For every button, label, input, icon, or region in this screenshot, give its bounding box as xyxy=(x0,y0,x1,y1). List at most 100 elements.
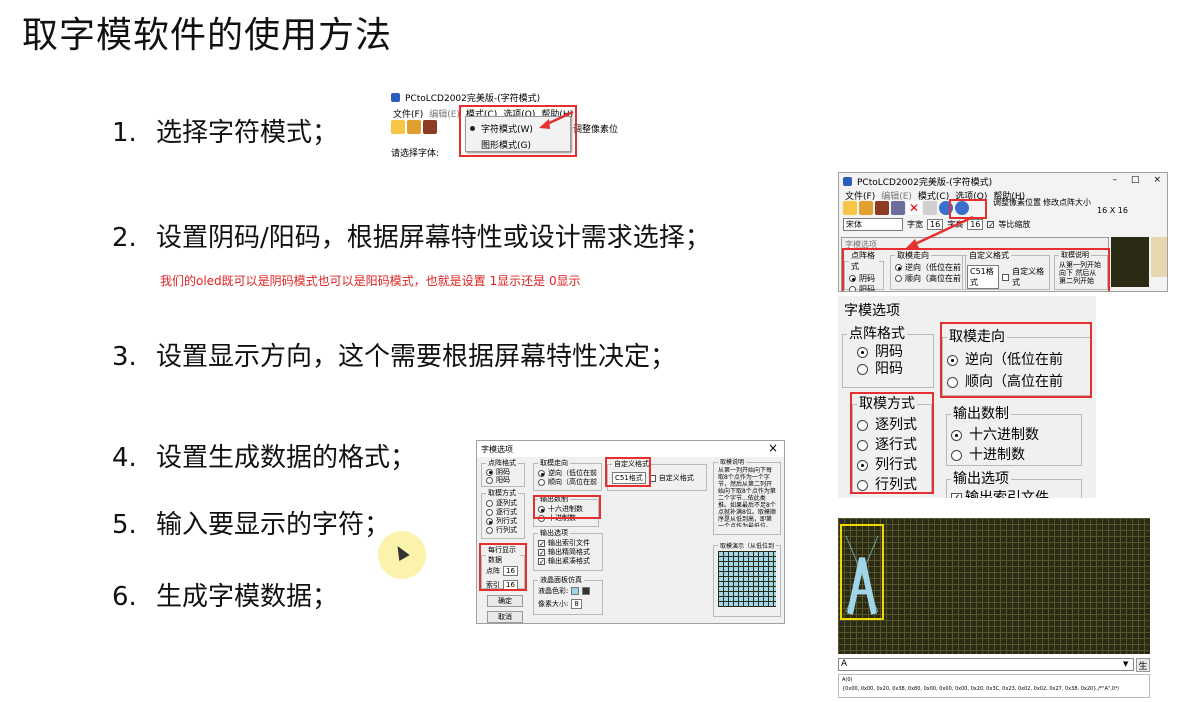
radio-icon xyxy=(486,500,493,507)
scan-direction-group: 取模走向 逆向（低位在前 顺向（高位在前 xyxy=(533,459,602,491)
option-label: 逆向（低位在前 xyxy=(548,469,597,477)
step-text: 选择字符模式； xyxy=(156,118,339,148)
pixel-size-row: 像素大小: 8 xyxy=(538,599,598,609)
resize-label: 修改点阵大小 xyxy=(1043,198,1091,207)
generate-button[interactable]: 生 xyxy=(1136,658,1150,672)
output-line-data: {0x00, 0x00, 0x20, 0x38, 0x80, 0x00, 0x0… xyxy=(842,686,1120,692)
chevron-down-icon[interactable]: ▼ xyxy=(1123,660,1128,668)
checkbox-icon: ✓ xyxy=(951,492,962,498)
option-label: 行列式 xyxy=(496,526,517,534)
out-option-dec[interactable]: 十进制数 xyxy=(951,445,1077,465)
scale-checkbox[interactable]: ✓ xyxy=(987,221,995,229)
pixel-combo[interactable]: 8 xyxy=(571,599,582,609)
step-2: 2. 设置阴码/阳码，根据屏幕特性或设计需求选择； xyxy=(112,217,711,254)
radio-icon xyxy=(486,468,493,476)
radio-icon xyxy=(857,347,868,358)
step-2-note: 我们的oled既可以是阴码模式也可以是阳码模式，也就是设置 1显示还是 0显示 xyxy=(160,274,581,288)
mode-option-row-column[interactable]: 行列式 xyxy=(486,526,520,535)
step-text: 设置生成数据的格式； xyxy=(156,443,417,473)
page-title: 取字模软件的使用方法 xyxy=(22,15,393,56)
step-3: 3. 设置显示方向，这个需要根据屏幕特性决定； xyxy=(112,336,676,373)
dialog-title: 字模选项 xyxy=(481,445,513,454)
app-title: PCtoLCD2002完美版-(字符模式) xyxy=(857,178,993,188)
mode-option-column[interactable]: 逐列式 xyxy=(486,499,520,508)
group-label: 点阵格式 xyxy=(849,326,905,342)
output-options-group: 输出选项 ✓ 输出索引文件 xyxy=(946,470,1082,498)
lcd-preview-small xyxy=(1111,237,1149,287)
pixel-label: 像素大小: xyxy=(538,600,569,608)
option-label: 十六进制数 xyxy=(969,427,1039,443)
screenshot-mode-menu: PCtoLCD2002完美版-(字符模式) 文件(F) 编辑(E) 模式(C) … xyxy=(387,90,620,158)
radio-icon xyxy=(486,476,493,484)
option-label: 顺向（高位在前 xyxy=(548,478,597,486)
font-combo[interactable]: 宋体 xyxy=(843,218,903,231)
book-icon[interactable] xyxy=(875,201,889,215)
outopt-index-file[interactable]: ✓ 输出索引文件 xyxy=(951,489,1077,498)
step-number: 2. xyxy=(112,223,137,253)
lcd-color-swatch[interactable] xyxy=(571,587,580,595)
step-1: 1. 选择字符模式； xyxy=(112,112,338,149)
char-input[interactable]: A xyxy=(838,658,1134,671)
option-label: 逐列式 xyxy=(496,499,517,507)
toolbar xyxy=(391,120,439,134)
save-icon[interactable] xyxy=(859,201,873,215)
maximize-button[interactable]: □ xyxy=(1131,175,1140,185)
close-icon[interactable]: × xyxy=(768,441,778,455)
group-label: 取模说明 xyxy=(720,459,745,466)
cancel-button[interactable]: 取消 xyxy=(487,611,523,623)
open-folder-icon[interactable] xyxy=(843,201,857,215)
highlight-box xyxy=(940,322,1092,398)
option-label: 阴码 xyxy=(496,468,510,476)
save-icon[interactable] xyxy=(407,120,421,134)
menu-file[interactable]: 文件(F) xyxy=(393,107,423,120)
dialog-titlebar: 字模选项 × xyxy=(477,441,784,457)
app-titlebar: PCtoLCD2002完美版-(字符模式) xyxy=(843,175,992,188)
side-book-icon xyxy=(1151,237,1167,277)
output-line-header: A(0) xyxy=(842,677,853,683)
step-text: 设置阴码/阳码，根据屏幕特性或设计需求选择； xyxy=(156,223,711,253)
output-text[interactable]: A(0) {0x00, 0x00, 0x20, 0x38, 0x80, 0x00… xyxy=(838,674,1150,698)
checkbox-icon: ✓ xyxy=(538,540,545,548)
radio-icon xyxy=(951,449,962,461)
lcd-bg-swatch[interactable] xyxy=(582,587,591,595)
book-icon[interactable] xyxy=(423,120,437,134)
menu-edit[interactable]: 编辑(E) xyxy=(429,107,460,120)
out-option-hex[interactable]: 十六进制数 xyxy=(951,425,1077,445)
option-label: 阳码 xyxy=(875,361,903,377)
screenshot-zoomed-options: 字模选项 点阵格式 阴码 阳码 取模走向 逆向（低位在前 顺向（高位在前 取模方… xyxy=(838,296,1096,498)
highlight-box xyxy=(850,392,934,494)
lcd-sim-group: 液晶面板仿真 液晶色彩: 像素大小: 8 xyxy=(533,575,603,615)
radio-icon xyxy=(857,364,868,375)
description-group: 取模说明 从第一列开始向下每取8个点作为一个字节，然后从第二列开始向下取8个点作… xyxy=(713,459,781,535)
dot-option-negative[interactable]: 阴码 xyxy=(486,468,520,476)
group-label: 取模走向 xyxy=(540,459,568,467)
outopt-index-file[interactable]: ✓ 输出索引文件 xyxy=(538,539,598,548)
red-arrow-icon xyxy=(905,215,974,249)
group-label: 输出选项 xyxy=(540,529,568,537)
red-arrow-icon xyxy=(539,110,574,129)
outopt-tight[interactable]: ✓ 输出紧凑格式 xyxy=(538,557,598,566)
output-base-group: 输出数制 十六进制数 十进制数 xyxy=(946,404,1082,466)
checkbox-icon: ✓ xyxy=(538,549,545,557)
dir-option-reverse[interactable]: 逆向（低位在前 xyxy=(538,469,597,478)
lcd-color-row: 液晶色彩: xyxy=(538,586,598,596)
minimize-button[interactable]: – xyxy=(1112,175,1117,185)
close-button[interactable]: × xyxy=(1153,175,1161,185)
radio-icon xyxy=(486,509,493,516)
dot-option-positive[interactable]: 阳码 xyxy=(486,476,520,484)
step-4: 4. 设置生成数据的格式； xyxy=(112,437,416,474)
mode-option-column-row[interactable]: 列行式 xyxy=(486,517,520,526)
step-number: 5. xyxy=(112,510,137,540)
ok-button[interactable]: 确定 xyxy=(487,595,523,607)
outopt-compact[interactable]: ✓ 输出精简格式 xyxy=(538,548,598,557)
highlight-box xyxy=(533,495,601,519)
screenshot-options-dialog: 字模选项 × 点阵格式 阴码 阳码 取模走向 逆向（低位在前 顺向（高位在前 自… xyxy=(476,440,785,624)
highlight-box xyxy=(605,457,651,487)
scan-mode-group: 取模方式 逐列式 逐行式 列行式 行列式 xyxy=(481,489,525,539)
dot-option-negative[interactable]: 阴码 xyxy=(847,344,929,361)
group-label: 取模演示（从低位到 xyxy=(720,543,775,550)
dir-option-forward[interactable]: 顺向（高位在前 xyxy=(538,478,597,487)
mode-option-row[interactable]: 逐行式 xyxy=(486,508,520,517)
dot-option-positive[interactable]: 阳码 xyxy=(847,361,929,378)
open-folder-icon[interactable] xyxy=(391,120,405,134)
